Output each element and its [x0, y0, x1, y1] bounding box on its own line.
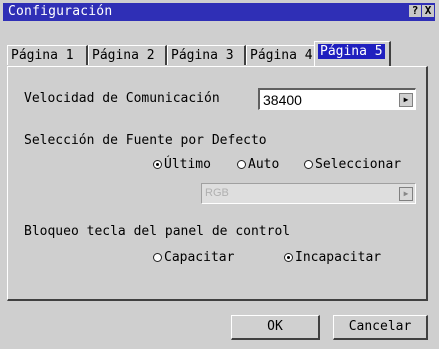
dropdown-arrow-icon[interactable]: ▶ — [399, 93, 413, 107]
ok-button[interactable]: OK — [231, 315, 320, 340]
radio-unselected-icon — [237, 160, 246, 169]
radio-selected-icon — [284, 253, 293, 262]
source-value: RGB — [205, 187, 229, 199]
tab-label: Página 5 — [318, 44, 385, 59]
radio-seleccionar[interactable]: Seleccionar — [304, 157, 401, 172]
tab-pagina-2[interactable]: Página 2 — [88, 45, 167, 65]
title-bar: Configuración ? X — [3, 3, 435, 21]
window-title: Configuración — [8, 4, 113, 19]
close-button[interactable]: X — [422, 5, 434, 17]
tab-pagina-4[interactable]: Página 4 — [246, 45, 316, 65]
help-button[interactable]: ? — [409, 5, 421, 17]
comm-speed-label: Velocidad de Comunicación — [24, 91, 220, 106]
tab-label: Página 3 — [171, 48, 234, 63]
radio-auto[interactable]: Auto — [237, 157, 279, 172]
radio-label: Seleccionar — [315, 157, 402, 172]
radio-unselected-icon — [304, 160, 313, 169]
comm-speed-value: 38400 — [263, 92, 302, 108]
tab-label: Página 2 — [92, 48, 155, 63]
settings-dialog: Configuración ? X Página 1 Página 2 Pági… — [0, 0, 439, 349]
source-default-label: Selección de Fuente por Defecto — [24, 133, 267, 148]
cancel-button[interactable]: Cancelar — [333, 315, 428, 340]
radio-label: Último — [164, 157, 211, 172]
tab-label: Página 1 — [11, 48, 74, 63]
dropdown-arrow-icon: ▶ — [399, 187, 413, 201]
tab-pagina-5[interactable]: Página 5 — [314, 41, 391, 66]
comm-speed-select[interactable]: 38400 ▶ — [258, 88, 416, 110]
radio-label: Capacitar — [164, 250, 235, 265]
radio-label: Incapacitar — [295, 250, 382, 265]
source-select: RGB ▶ — [201, 183, 416, 204]
radio-unselected-icon — [153, 253, 162, 262]
radio-label: Auto — [248, 157, 280, 172]
tab-pagina-1[interactable]: Página 1 — [7, 45, 88, 65]
radio-capacitar[interactable]: Capacitar — [153, 250, 234, 265]
radio-selected-icon — [153, 160, 162, 169]
radio-ultimo[interactable]: Último — [153, 157, 211, 172]
panel-lock-label: Bloqueo tecla del panel de control — [24, 224, 291, 239]
tab-pagina-3[interactable]: Página 3 — [167, 45, 246, 65]
tab-label: Página 4 — [250, 48, 313, 63]
radio-incapacitar[interactable]: Incapacitar — [284, 250, 381, 265]
